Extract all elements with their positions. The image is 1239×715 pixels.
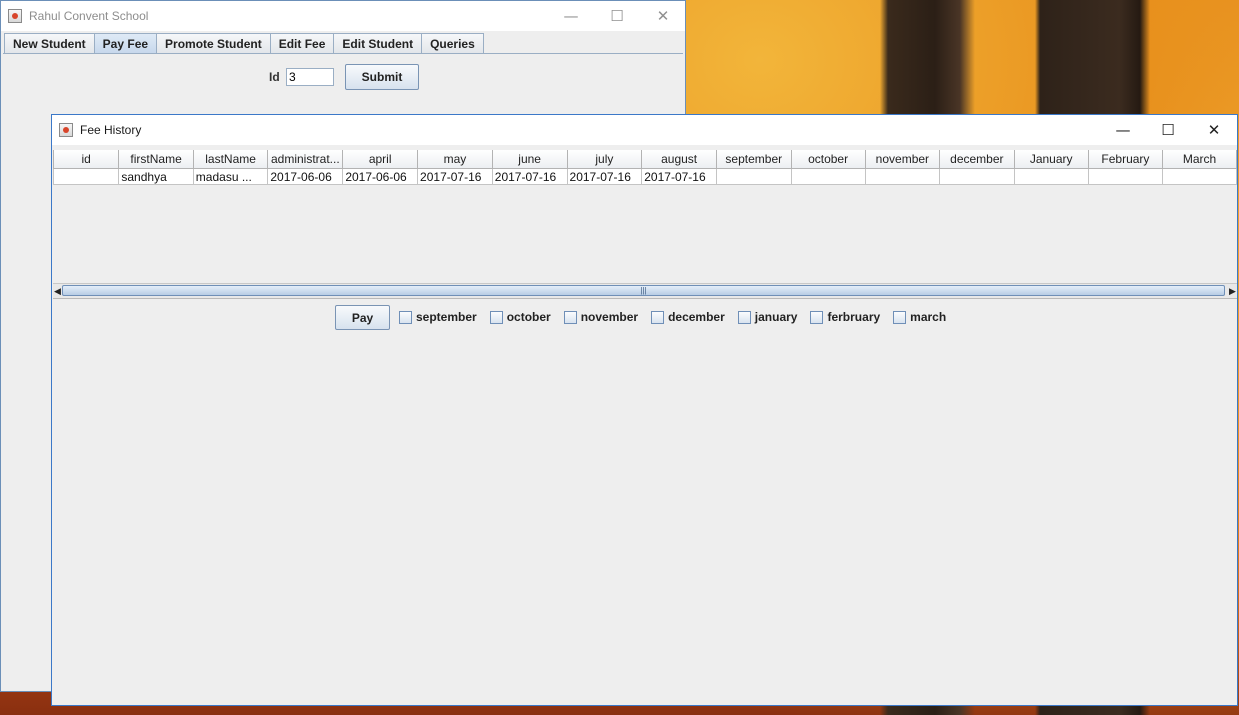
scroll-left-icon[interactable]: ◀ <box>53 286 62 296</box>
table-cell[interactable] <box>864 168 941 185</box>
column-header-lastname[interactable]: lastName <box>192 150 269 169</box>
month-option-september[interactable]: september <box>399 310 477 324</box>
checkbox[interactable] <box>489 310 503 324</box>
tab-queries[interactable]: Queries <box>421 33 484 53</box>
table-cell[interactable] <box>1162 168 1237 185</box>
scrollbar-thumb[interactable]: ||| <box>62 285 1225 296</box>
maximize-icon[interactable]: ☐ <box>1145 115 1191 145</box>
fee-table: id firstName lastName administrat... apr… <box>53 150 1237 185</box>
month-option-march[interactable]: march <box>893 310 946 324</box>
horizontal-scrollbar[interactable]: ◀ ||| ▶ <box>53 283 1237 298</box>
checkbox-label: january <box>754 310 798 324</box>
column-header-october[interactable]: october <box>790 150 866 169</box>
tab-new-student[interactable]: New Student <box>4 33 95 53</box>
column-header-february[interactable]: February <box>1087 150 1164 169</box>
column-header-september[interactable]: september <box>715 150 792 169</box>
main-titlebar[interactable]: Rahul Convent School — ☐ ✕ <box>1 1 685 31</box>
month-option-february[interactable]: ferbruary <box>810 310 880 324</box>
table-cell[interactable] <box>1087 168 1164 185</box>
scroll-right-icon[interactable]: ▶ <box>1228 286 1237 296</box>
checkbox-label: november <box>580 310 639 324</box>
checkbox[interactable] <box>651 310 665 324</box>
checkbox-label: september <box>416 310 477 324</box>
checkbox-label: december <box>668 310 725 324</box>
column-header-administration[interactable]: administrat... <box>267 150 344 169</box>
fee-history-title: Fee History <box>80 123 142 137</box>
column-header-august[interactable]: august <box>641 150 717 169</box>
table-cell[interactable]: 2017-07-16 <box>417 168 493 185</box>
main-window-title: Rahul Convent School <box>29 9 149 23</box>
column-header-january[interactable]: January <box>1013 150 1089 169</box>
table-cell[interactable]: 2017-06-06 <box>267 168 344 185</box>
checkbox[interactable] <box>399 310 412 324</box>
divider <box>53 298 1237 299</box>
column-header-march[interactable]: March <box>1162 150 1237 169</box>
table-cell[interactable] <box>715 168 792 185</box>
checkbox[interactable] <box>563 310 577 324</box>
month-option-january[interactable]: january <box>737 310 798 324</box>
checkbox[interactable] <box>737 310 751 324</box>
column-header-may[interactable]: may <box>417 150 493 169</box>
maximize-icon[interactable]: ☐ <box>594 1 640 31</box>
grip-icon: ||| <box>640 286 647 295</box>
table-header-row: id firstName lastName administrat... apr… <box>53 150 1237 169</box>
minimize-icon[interactable]: — <box>548 1 594 31</box>
table-cell[interactable]: 2017-07-16 <box>641 168 717 185</box>
minimize-icon[interactable]: — <box>1100 115 1146 145</box>
checkbox[interactable] <box>810 310 824 324</box>
month-option-october[interactable]: october <box>489 310 551 324</box>
table-row[interactable]: sandhya madasu ... 2017-06-06 2017-06-06… <box>53 168 1237 185</box>
table-cell[interactable]: 2017-07-16 <box>566 168 643 185</box>
column-header-july[interactable]: july <box>566 150 643 169</box>
column-header-id[interactable]: id <box>53 150 120 169</box>
table-cell[interactable]: 2017-07-16 <box>491 168 568 185</box>
table-cell[interactable] <box>790 168 866 185</box>
tab-pay-fee[interactable]: Pay Fee <box>93 33 158 53</box>
checkbox[interactable] <box>893 310 907 324</box>
column-header-april[interactable]: april <box>342 150 419 169</box>
table-cell[interactable] <box>939 168 1015 185</box>
month-checkbox-group: september october november december janu… <box>399 310 959 324</box>
close-icon[interactable]: ✕ <box>640 1 686 31</box>
tab-edit-student[interactable]: Edit Student <box>333 33 423 53</box>
checkbox-label: ferbruary <box>827 310 881 324</box>
table-cell[interactable] <box>53 168 120 185</box>
checkbox-label: october <box>506 310 551 324</box>
java-app-icon <box>59 123 73 137</box>
tab-bar: New Student Pay Fee Promote Student Edit… <box>4 33 484 54</box>
column-header-november[interactable]: november <box>864 150 941 169</box>
submit-button[interactable]: Submit <box>345 64 419 90</box>
id-label: Id <box>269 70 280 84</box>
checkbox-label: march <box>910 310 947 324</box>
column-header-december[interactable]: december <box>939 150 1015 169</box>
fee-history-titlebar[interactable]: Fee History — ☐ ✕ <box>52 115 1237 145</box>
id-input[interactable] <box>286 68 334 86</box>
pay-button[interactable]: Pay <box>335 305 390 330</box>
fee-table-viewport: id firstName lastName administrat... apr… <box>53 150 1237 283</box>
table-cell[interactable]: 2017-06-06 <box>342 168 419 185</box>
fee-history-window: Fee History — ☐ ✕ id firstName lastName … <box>51 114 1238 706</box>
close-icon[interactable]: ✕ <box>1191 115 1237 145</box>
table-cell[interactable]: madasu ... <box>192 168 269 185</box>
tab-promote-student[interactable]: Promote Student <box>156 33 271 53</box>
tab-edit-fee[interactable]: Edit Fee <box>269 33 335 53</box>
table-cell[interactable]: sandhya <box>118 168 194 185</box>
java-app-icon <box>8 9 22 23</box>
column-header-firstname[interactable]: firstName <box>118 150 194 169</box>
month-option-november[interactable]: november <box>563 310 639 324</box>
month-option-december[interactable]: december <box>651 310 725 324</box>
column-header-june[interactable]: june <box>491 150 568 169</box>
table-cell[interactable] <box>1013 168 1089 185</box>
